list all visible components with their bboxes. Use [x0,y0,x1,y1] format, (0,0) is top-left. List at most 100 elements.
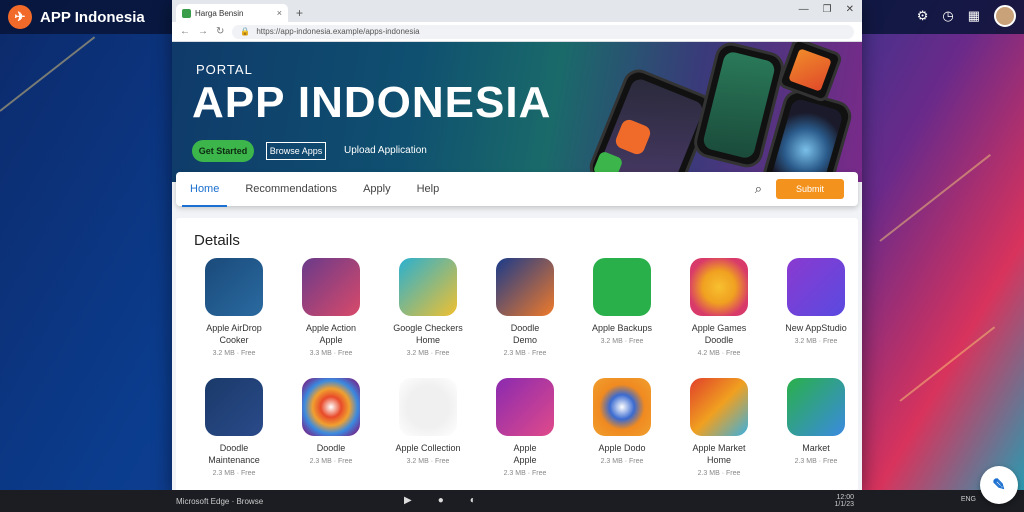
back-icon[interactable]: ← [180,26,190,37]
upload-link[interactable]: Upload Application [344,145,427,156]
pin-icon[interactable]: ▶ [404,495,412,506]
app-name: New AppStudio [785,323,847,333]
app-subtitle: Apple [319,335,343,345]
clock-date: 1/1/23 [834,501,854,508]
app-size: 3.2 MB · Free [406,350,450,357]
app-icon[interactable] [496,258,554,316]
app-subtitle: Apple [513,455,537,465]
maximize-icon[interactable]: ❐ [823,4,832,15]
hero-eyebrow: PORTAL [196,62,253,77]
settings-icon[interactable]: ⚙ [917,8,929,24]
close-tab-icon[interactable]: × [277,8,282,18]
app-card[interactable]: Doodle Demo 2.3 MB · Free [477,258,573,357]
app-size: 4.2 MB · Free [697,350,741,357]
desktop-title: APP Indonesia [40,8,145,26]
app-icon[interactable] [496,378,554,436]
app-size: 2.3 MB · Free [697,470,741,477]
app-icon[interactable] [205,378,263,436]
search-icon[interactable]: ⌕ [755,181,762,197]
app-icon[interactable] [302,258,360,316]
hero-title: APP INDONESIA [192,78,552,127]
language-indicator[interactable]: ENG [961,496,976,503]
app-name: Apple AirDrop [206,323,262,333]
app-name: Apple [513,443,537,453]
browser-window: Harga Bensin × + — ❐ ✕ ← → ↻ 🔒 https://a… [172,0,862,492]
app-card[interactable]: Apple Backups 3.2 MB · Free [574,258,670,345]
app-name: Apple Action [305,323,357,333]
submit-button[interactable]: Submit [776,179,844,199]
app-size: 3.2 MB · Free [406,458,450,465]
folder-icon[interactable]: ● [438,495,444,506]
app-size: 3.2 MB · Free [212,350,256,357]
app-size: 2.3 MB · Free [794,458,838,465]
app-icon[interactable] [302,378,360,436]
app-card[interactable]: Google Checkers Home 3.2 MB · Free [380,258,476,357]
app-card[interactable]: Market 2.3 MB · Free [768,378,862,465]
app-icon[interactable] [593,258,651,316]
app-size: 2.3 MB · Free [600,458,644,465]
app-name: Apple Games [691,323,747,333]
url-text: https://app-indonesia.example/apps-indon… [256,27,420,36]
app-card[interactable]: Apple Collection 3.2 MB · Free [380,378,476,465]
app-size: 3.2 MB · Free [794,338,838,345]
decorative-line [879,154,991,242]
app-size: 3.3 MB · Free [309,350,353,357]
nav-help[interactable]: Help [417,179,440,199]
app-card[interactable]: Apple Action Apple 3.3 MB · Free [283,258,379,357]
app-card[interactable]: Apple Games Doodle 4.2 MB · Free [671,258,767,357]
app-card[interactable]: Doodle Maintenance 2.3 MB · Free [186,378,282,477]
apps-grid-icon[interactable]: ▦ [968,8,980,24]
app-name: Doodle [510,323,540,333]
browser-tab[interactable]: Harga Bensin × [176,4,288,22]
address-bar[interactable]: 🔒 https://app-indonesia.example/apps-ind… [232,24,854,39]
app-size: 2.3 MB · Free [503,470,547,477]
clock-icon[interactable]: ◷ [942,8,953,24]
app-logo-icon: ✈ [8,5,32,29]
app-icon[interactable] [593,378,651,436]
browse-apps-button[interactable]: Browse Apps [266,142,326,160]
app-card[interactable]: New AppStudio 3.2 MB · Free [768,258,862,345]
new-tab-icon[interactable]: + [296,6,303,20]
address-bar-row: ← → ↻ 🔒 https://app-indonesia.example/ap… [172,22,862,42]
app-card[interactable]: Apple AirDrop Cooker 3.2 MB · Free [186,258,282,357]
app-name: Doodle [219,443,249,453]
get-started-button[interactable]: Get Started [192,140,254,162]
app-icon[interactable] [205,258,263,316]
taskbar-clock[interactable]: 12:00 1/1/23 [835,494,854,508]
app-card[interactable]: Apple Dodo 2.3 MB · Free [574,378,670,465]
hero-banner: PORTAL APP INDONESIA Get Started Browse … [172,42,862,182]
taskbar-icons: ▶ ● ◐ [404,495,476,506]
nav-recommendations[interactable]: Recommendations [245,179,337,199]
app-name: Apple Collection [395,443,461,453]
app-icon[interactable] [787,378,845,436]
app-icon[interactable] [690,378,748,436]
app-size: 2.3 MB · Free [503,350,547,357]
tab-bar: Harga Bensin × + — ❐ ✕ [172,0,862,22]
nav-apply[interactable]: Apply [363,179,391,199]
apps-section: Details Apple AirDrop Cooker 3.2 MB · Free… [176,218,858,492]
forward-icon[interactable]: → [198,26,208,37]
app-card[interactable]: Doodle 2.3 MB · Free [283,378,379,465]
avatar[interactable] [994,5,1016,27]
app-icon[interactable] [399,258,457,316]
minimize-icon[interactable]: — [799,4,809,15]
app-name: Apple Market [692,443,746,453]
app-icon[interactable] [787,258,845,316]
app-card[interactable]: Apple Market Home 2.3 MB · Free [671,378,767,477]
app-icon[interactable] [690,258,748,316]
taskbar: Microsoft Edge · Browse ▶ ● ◐ 12:00 1/1/… [0,490,1024,512]
close-window-icon[interactable]: ✕ [846,4,854,15]
app-subtitle: Doodle [704,335,734,345]
help-fab-button[interactable]: ✎ [980,466,1018,504]
app-name: Apple Backups [591,323,653,333]
app-card[interactable]: Apple Apple 2.3 MB · Free [477,378,573,477]
window-controls: — ❐ ✕ [799,4,854,15]
chat-icon: ✎ [992,477,1006,494]
reload-icon[interactable]: ↻ [216,26,224,37]
edge-icon[interactable]: ◐ [470,495,476,506]
nav-home[interactable]: Home [181,179,228,207]
app-icon[interactable] [399,378,457,436]
app-name: Market [802,443,830,453]
clock-time: 12:00 [836,494,854,501]
desktop-tray: ⚙ ◷ ▦ [917,5,1016,27]
